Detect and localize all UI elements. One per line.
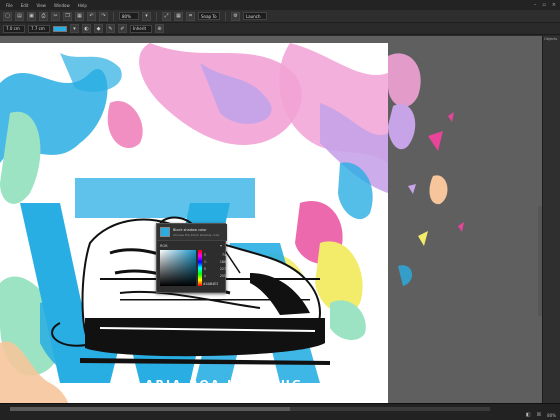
menu-window[interactable]: Window (54, 3, 70, 8)
toolbar-divider (156, 11, 157, 21)
brush-icon[interactable]: ✐ (118, 24, 127, 33)
objects-docker: Objects (542, 36, 560, 403)
horizontal-scrollbar[interactable] (10, 407, 490, 411)
launch-dropdown[interactable]: Launch (243, 12, 267, 20)
objects-tab[interactable]: Objects (543, 36, 560, 42)
color-picker-title: Block shadow color (173, 228, 207, 232)
options-gear-icon[interactable]: ⚙ (231, 11, 240, 21)
new-document-icon[interactable]: ▢ (3, 11, 12, 21)
window-controls: – ▫ × (534, 2, 556, 8)
color-model-dropdown[interactable]: RGB (160, 244, 168, 248)
zoom-field[interactable]: 80% (119, 12, 139, 20)
red-value-row[interactable]: R 74 (204, 251, 226, 258)
copy-properties-icon[interactable]: ⊕ (155, 24, 164, 33)
fill-color-swatch[interactable] (53, 25, 67, 32)
zoom-dropdown-icon[interactable]: ▾ (142, 11, 151, 21)
status-zoom: 80% (547, 412, 556, 418)
status-icons: ◧ ☒ 80% (526, 412, 556, 418)
hex-value[interactable]: #4AB4E3 (203, 282, 218, 286)
menu-file[interactable]: File (6, 3, 13, 8)
blue-value[interactable]: 227 (220, 267, 226, 271)
current-color-swatch (160, 227, 170, 237)
poster-caption: ARIA-BOA JUNE BUG (145, 378, 303, 391)
width-field[interactable]: 7.0 cm (3, 24, 25, 33)
color-picker-popup[interactable]: Block shadow color Choose the block shad… (156, 223, 227, 293)
menu-view[interactable]: View (36, 3, 46, 8)
full-screen-icon[interactable]: ⤢ (162, 11, 171, 21)
undo-icon[interactable]: ↶ (87, 11, 96, 21)
blue-label: B (204, 266, 207, 271)
red-value[interactable]: 74 (222, 253, 226, 257)
color-picker-subtitle: Choose the block shadow color (173, 233, 220, 237)
cut-icon[interactable]: ✂ (51, 11, 60, 21)
color-values: R 74 G 180 B 227 A 255 (204, 251, 226, 279)
toolbar-divider (113, 11, 114, 21)
blue-value-row[interactable]: B 227 (204, 265, 226, 272)
close-icon[interactable]: × (552, 2, 556, 8)
save-icon[interactable]: ▣ (27, 11, 36, 21)
transparency-icon[interactable]: ◐ (82, 24, 91, 33)
alpha-value-row[interactable]: A 255 (204, 272, 226, 279)
no-fill-icon[interactable]: ☒ (537, 412, 541, 418)
saturation-value-picker[interactable] (160, 250, 196, 286)
status-bar: ◧ ☒ 80% (0, 403, 560, 420)
fill-dropdown-icon[interactable]: ▾ (70, 24, 79, 33)
height-field[interactable]: 7.7 cm (28, 24, 50, 33)
print-icon[interactable]: ⎙ (39, 11, 48, 21)
hue-slider[interactable] (198, 250, 202, 286)
green-value[interactable]: 180 (220, 260, 226, 264)
toolbar-divider (225, 11, 226, 21)
main-toolbar: ▢ ▤ ▣ ⎙ ✂ ❐ ▦ ↶ ↷ 80% ▾ ⤢ ▦ ⌗ Snap To ⚙ … (0, 10, 560, 23)
document-palette-icon[interactable]: ◧ (526, 412, 531, 418)
guides-icon[interactable]: ⌗ (186, 11, 195, 21)
stroke-inherit-dropdown[interactable]: Inherit (130, 24, 152, 33)
drawing-workspace[interactable]: ARIA-BOA JUNE BUG Block shadow color Cho… (0, 36, 542, 403)
bucket-icon[interactable]: ◆ (94, 24, 103, 33)
restore-icon[interactable]: ▫ (542, 2, 545, 8)
property-bar: 7.0 cm 7.7 cm ▾ ◐ ◆ ✎ ✐ Inherit ⊕ (0, 23, 560, 35)
offcanvas-splashes (388, 53, 464, 286)
paste-icon[interactable]: ▦ (75, 11, 84, 21)
red-label: R (204, 252, 207, 257)
snap-to-dropdown[interactable]: Snap To (198, 12, 220, 20)
alpha-value[interactable]: 255 (220, 274, 226, 278)
redo-icon[interactable]: ↷ (99, 11, 108, 21)
alpha-label: A (204, 273, 207, 278)
menu-edit[interactable]: Edit (21, 3, 29, 8)
green-label: G (204, 259, 207, 264)
chevron-down-icon[interactable]: ▾ (220, 243, 222, 248)
menu-bar: File Edit View Window Help (0, 0, 560, 10)
color-picker-header: Block shadow color Choose the block shad… (157, 224, 227, 241)
pen-icon[interactable]: ✎ (106, 24, 115, 33)
green-value-row[interactable]: G 180 (204, 258, 226, 265)
scrollbar-thumb[interactable] (10, 407, 290, 411)
grid-icon[interactable]: ▦ (174, 11, 183, 21)
open-icon[interactable]: ▤ (15, 11, 24, 21)
minimize-icon[interactable]: – (534, 2, 537, 8)
menu-help[interactable]: Help (78, 3, 87, 8)
copy-icon[interactable]: ❐ (63, 11, 72, 21)
